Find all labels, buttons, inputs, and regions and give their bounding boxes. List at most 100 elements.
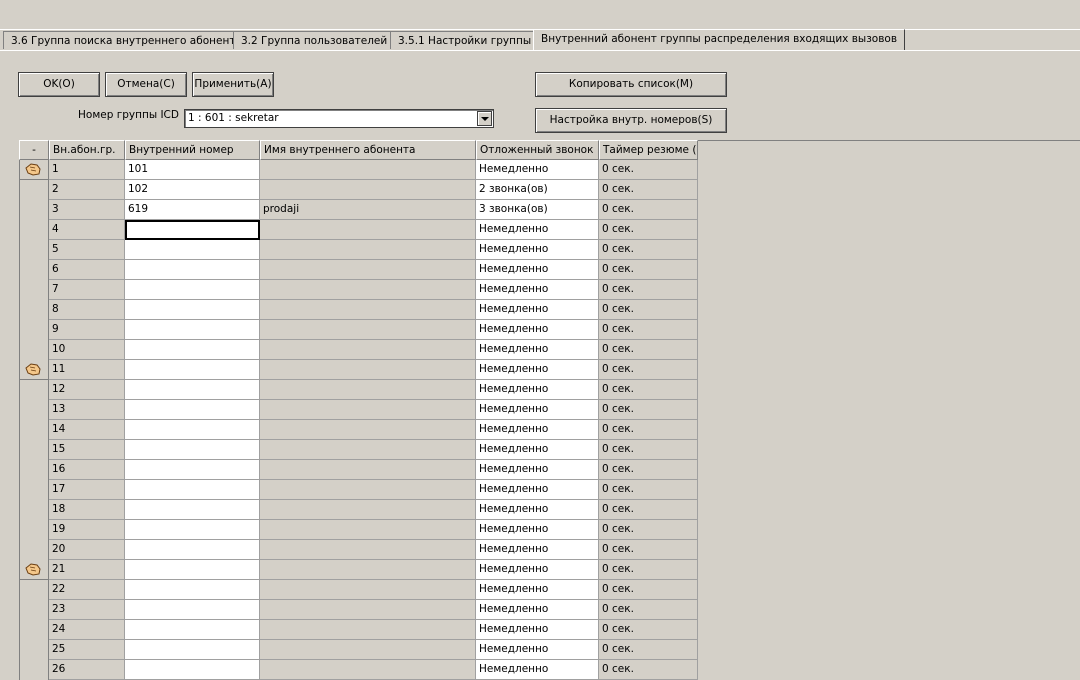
ext-number-cell[interactable]: [125, 520, 260, 540]
col-header-marker[interactable]: -: [19, 140, 49, 160]
ext-name-cell[interactable]: [260, 400, 476, 420]
ext-number-cell[interactable]: [125, 640, 260, 660]
ext-name-cell[interactable]: [260, 460, 476, 480]
timer-cell[interactable]: 0 сек.: [599, 620, 698, 640]
ext-number-cell[interactable]: 619: [125, 200, 260, 220]
ext-number-cell[interactable]: [125, 260, 260, 280]
ext-number-cell[interactable]: 101: [125, 160, 260, 180]
ext-name-cell[interactable]: [260, 640, 476, 660]
group-index-cell[interactable]: 19: [49, 520, 125, 540]
ext-name-cell[interactable]: [260, 260, 476, 280]
delay-cell[interactable]: Немедленно: [476, 360, 599, 380]
timer-cell[interactable]: 0 сек.: [599, 280, 698, 300]
ext-number-cell[interactable]: [125, 580, 260, 600]
ext-name-cell[interactable]: [260, 300, 476, 320]
group-index-cell[interactable]: 20: [49, 540, 125, 560]
timer-cell[interactable]: 0 сек.: [599, 540, 698, 560]
ext-name-cell[interactable]: [260, 220, 476, 240]
timer-cell[interactable]: 0 сек.: [599, 320, 698, 340]
timer-cell[interactable]: 0 сек.: [599, 340, 698, 360]
timer-cell[interactable]: 0 сек.: [599, 640, 698, 660]
group-index-cell[interactable]: 21: [49, 560, 125, 580]
ext-name-cell[interactable]: [260, 160, 476, 180]
delay-cell[interactable]: Немедленно: [476, 440, 599, 460]
delay-cell[interactable]: Немедленно: [476, 420, 599, 440]
delay-cell[interactable]: Немедленно: [476, 380, 599, 400]
group-marker[interactable]: [19, 160, 49, 180]
ext-number-cell[interactable]: 102: [125, 180, 260, 200]
delay-cell[interactable]: Немедленно: [476, 500, 599, 520]
ext-name-cell[interactable]: [260, 380, 476, 400]
copy-list-button[interactable]: Копировать список(M): [535, 72, 727, 97]
timer-cell[interactable]: 0 сек.: [599, 220, 698, 240]
group-marker[interactable]: [19, 560, 49, 580]
ext-number-cell[interactable]: [125, 420, 260, 440]
delay-cell[interactable]: Немедленно: [476, 640, 599, 660]
timer-cell[interactable]: 0 сек.: [599, 560, 698, 580]
ext-name-cell[interactable]: [260, 280, 476, 300]
ext-number-cell[interactable]: [125, 540, 260, 560]
delay-cell[interactable]: Немедленно: [476, 220, 599, 240]
delay-cell[interactable]: Немедленно: [476, 160, 599, 180]
ext-number-cell[interactable]: [125, 380, 260, 400]
timer-cell[interactable]: 0 сек.: [599, 460, 698, 480]
ext-name-cell[interactable]: [260, 320, 476, 340]
group-index-cell[interactable]: 17: [49, 480, 125, 500]
ext-name-cell[interactable]: [260, 580, 476, 600]
timer-cell[interactable]: 0 сек.: [599, 660, 698, 680]
delay-cell[interactable]: Немедленно: [476, 560, 599, 580]
ext-number-cell[interactable]: [125, 460, 260, 480]
group-index-cell[interactable]: 4: [49, 220, 125, 240]
timer-cell[interactable]: 0 сек.: [599, 480, 698, 500]
ext-number-cell[interactable]: [125, 320, 260, 340]
ext-name-cell[interactable]: [260, 520, 476, 540]
ext-number-cell[interactable]: [125, 440, 260, 460]
ext-number-cell[interactable]: [125, 660, 260, 680]
delay-cell[interactable]: Немедленно: [476, 260, 599, 280]
group-index-cell[interactable]: 14: [49, 420, 125, 440]
timer-cell[interactable]: 0 сек.: [599, 500, 698, 520]
ext-name-cell[interactable]: [260, 340, 476, 360]
timer-cell[interactable]: 0 сек.: [599, 600, 698, 620]
tab-group-settings[interactable]: 3.5.1 Настройки группы: [390, 31, 540, 49]
group-index-cell[interactable]: 1: [49, 160, 125, 180]
delay-cell[interactable]: Немедленно: [476, 400, 599, 420]
col-header-delay[interactable]: Отложенный звонок: [476, 140, 599, 160]
ext-name-cell[interactable]: [260, 600, 476, 620]
ext-number-cell[interactable]: [125, 240, 260, 260]
delay-cell[interactable]: Немедленно: [476, 300, 599, 320]
tab-icd-extensions[interactable]: Внутренний абонент группы распределения …: [533, 29, 906, 50]
ext-name-cell[interactable]: [260, 660, 476, 680]
timer-cell[interactable]: 0 сек.: [599, 300, 698, 320]
timer-cell[interactable]: 0 сек.: [599, 200, 698, 220]
timer-cell[interactable]: 0 сек.: [599, 380, 698, 400]
delay-cell[interactable]: Немедленно: [476, 660, 599, 680]
ext-name-cell[interactable]: [260, 560, 476, 580]
col-header-ext-name[interactable]: Имя внутреннего абонента: [260, 140, 476, 160]
ext-name-cell[interactable]: [260, 540, 476, 560]
delay-cell[interactable]: Немедленно: [476, 480, 599, 500]
chevron-down-icon[interactable]: [477, 111, 492, 126]
group-index-cell[interactable]: 5: [49, 240, 125, 260]
timer-cell[interactable]: 0 сек.: [599, 400, 698, 420]
ext-number-cell[interactable]: [125, 340, 260, 360]
ext-name-cell[interactable]: prodaji: [260, 200, 476, 220]
group-index-cell[interactable]: 10: [49, 340, 125, 360]
timer-cell[interactable]: 0 сек.: [599, 260, 698, 280]
ext-number-cell[interactable]: [125, 280, 260, 300]
ext-name-cell[interactable]: [260, 360, 476, 380]
col-header-timer[interactable]: Таймер резюме (с: [599, 140, 698, 160]
delay-cell[interactable]: Немедленно: [476, 540, 599, 560]
group-index-cell[interactable]: 18: [49, 500, 125, 520]
ext-name-cell[interactable]: [260, 440, 476, 460]
col-header-ext-number[interactable]: Внутренний номер: [125, 140, 260, 160]
delay-cell[interactable]: 2 звонка(ов): [476, 180, 599, 200]
group-index-cell[interactable]: 23: [49, 600, 125, 620]
delay-cell[interactable]: Немедленно: [476, 240, 599, 260]
timer-cell[interactable]: 0 сек.: [599, 440, 698, 460]
group-index-cell[interactable]: 6: [49, 260, 125, 280]
ok-button[interactable]: OK(O): [18, 72, 100, 97]
group-index-cell[interactable]: 25: [49, 640, 125, 660]
timer-cell[interactable]: 0 сек.: [599, 360, 698, 380]
delay-cell[interactable]: Немедленно: [476, 460, 599, 480]
